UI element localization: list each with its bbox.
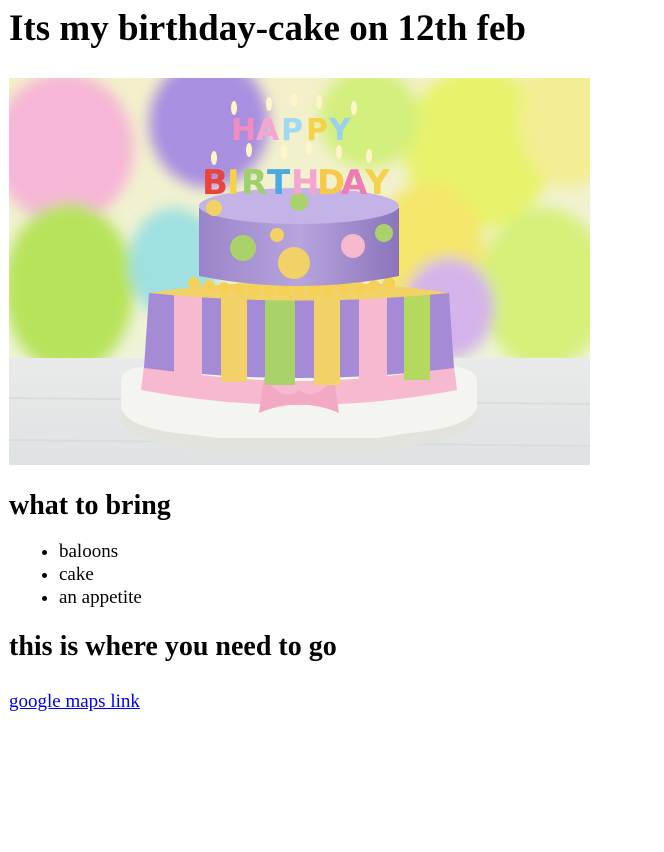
list-item: cake	[59, 563, 649, 586]
svg-text:T: T	[267, 163, 291, 203]
svg-text:P: P	[281, 113, 303, 148]
bring-list: baloons cake an appetite	[9, 540, 649, 609]
svg-text:A: A	[341, 163, 368, 203]
list-item: baloons	[59, 540, 649, 563]
google-maps-link[interactable]: google maps link	[9, 690, 140, 713]
svg-text:Y: Y	[364, 163, 390, 203]
svg-text:Y: Y	[328, 113, 352, 148]
location-heading: this is where you need to go	[9, 631, 337, 662]
birthday-cake-image: H A P P Y B I R T H D A Y	[9, 78, 590, 465]
list-item: an appetite	[59, 586, 649, 609]
svg-text:R: R	[241, 163, 267, 203]
svg-text:H: H	[231, 113, 256, 148]
svg-text:H: H	[291, 163, 319, 203]
page: Its my birthday-cake on 12th feb H A P P…	[9, 0, 649, 713]
svg-text:B: B	[202, 163, 228, 203]
svg-text:I: I	[227, 163, 240, 203]
svg-text:A: A	[256, 113, 280, 148]
bring-heading: what to bring	[9, 490, 171, 521]
page-title: Its my birthday-cake on 12th feb	[9, 8, 526, 49]
